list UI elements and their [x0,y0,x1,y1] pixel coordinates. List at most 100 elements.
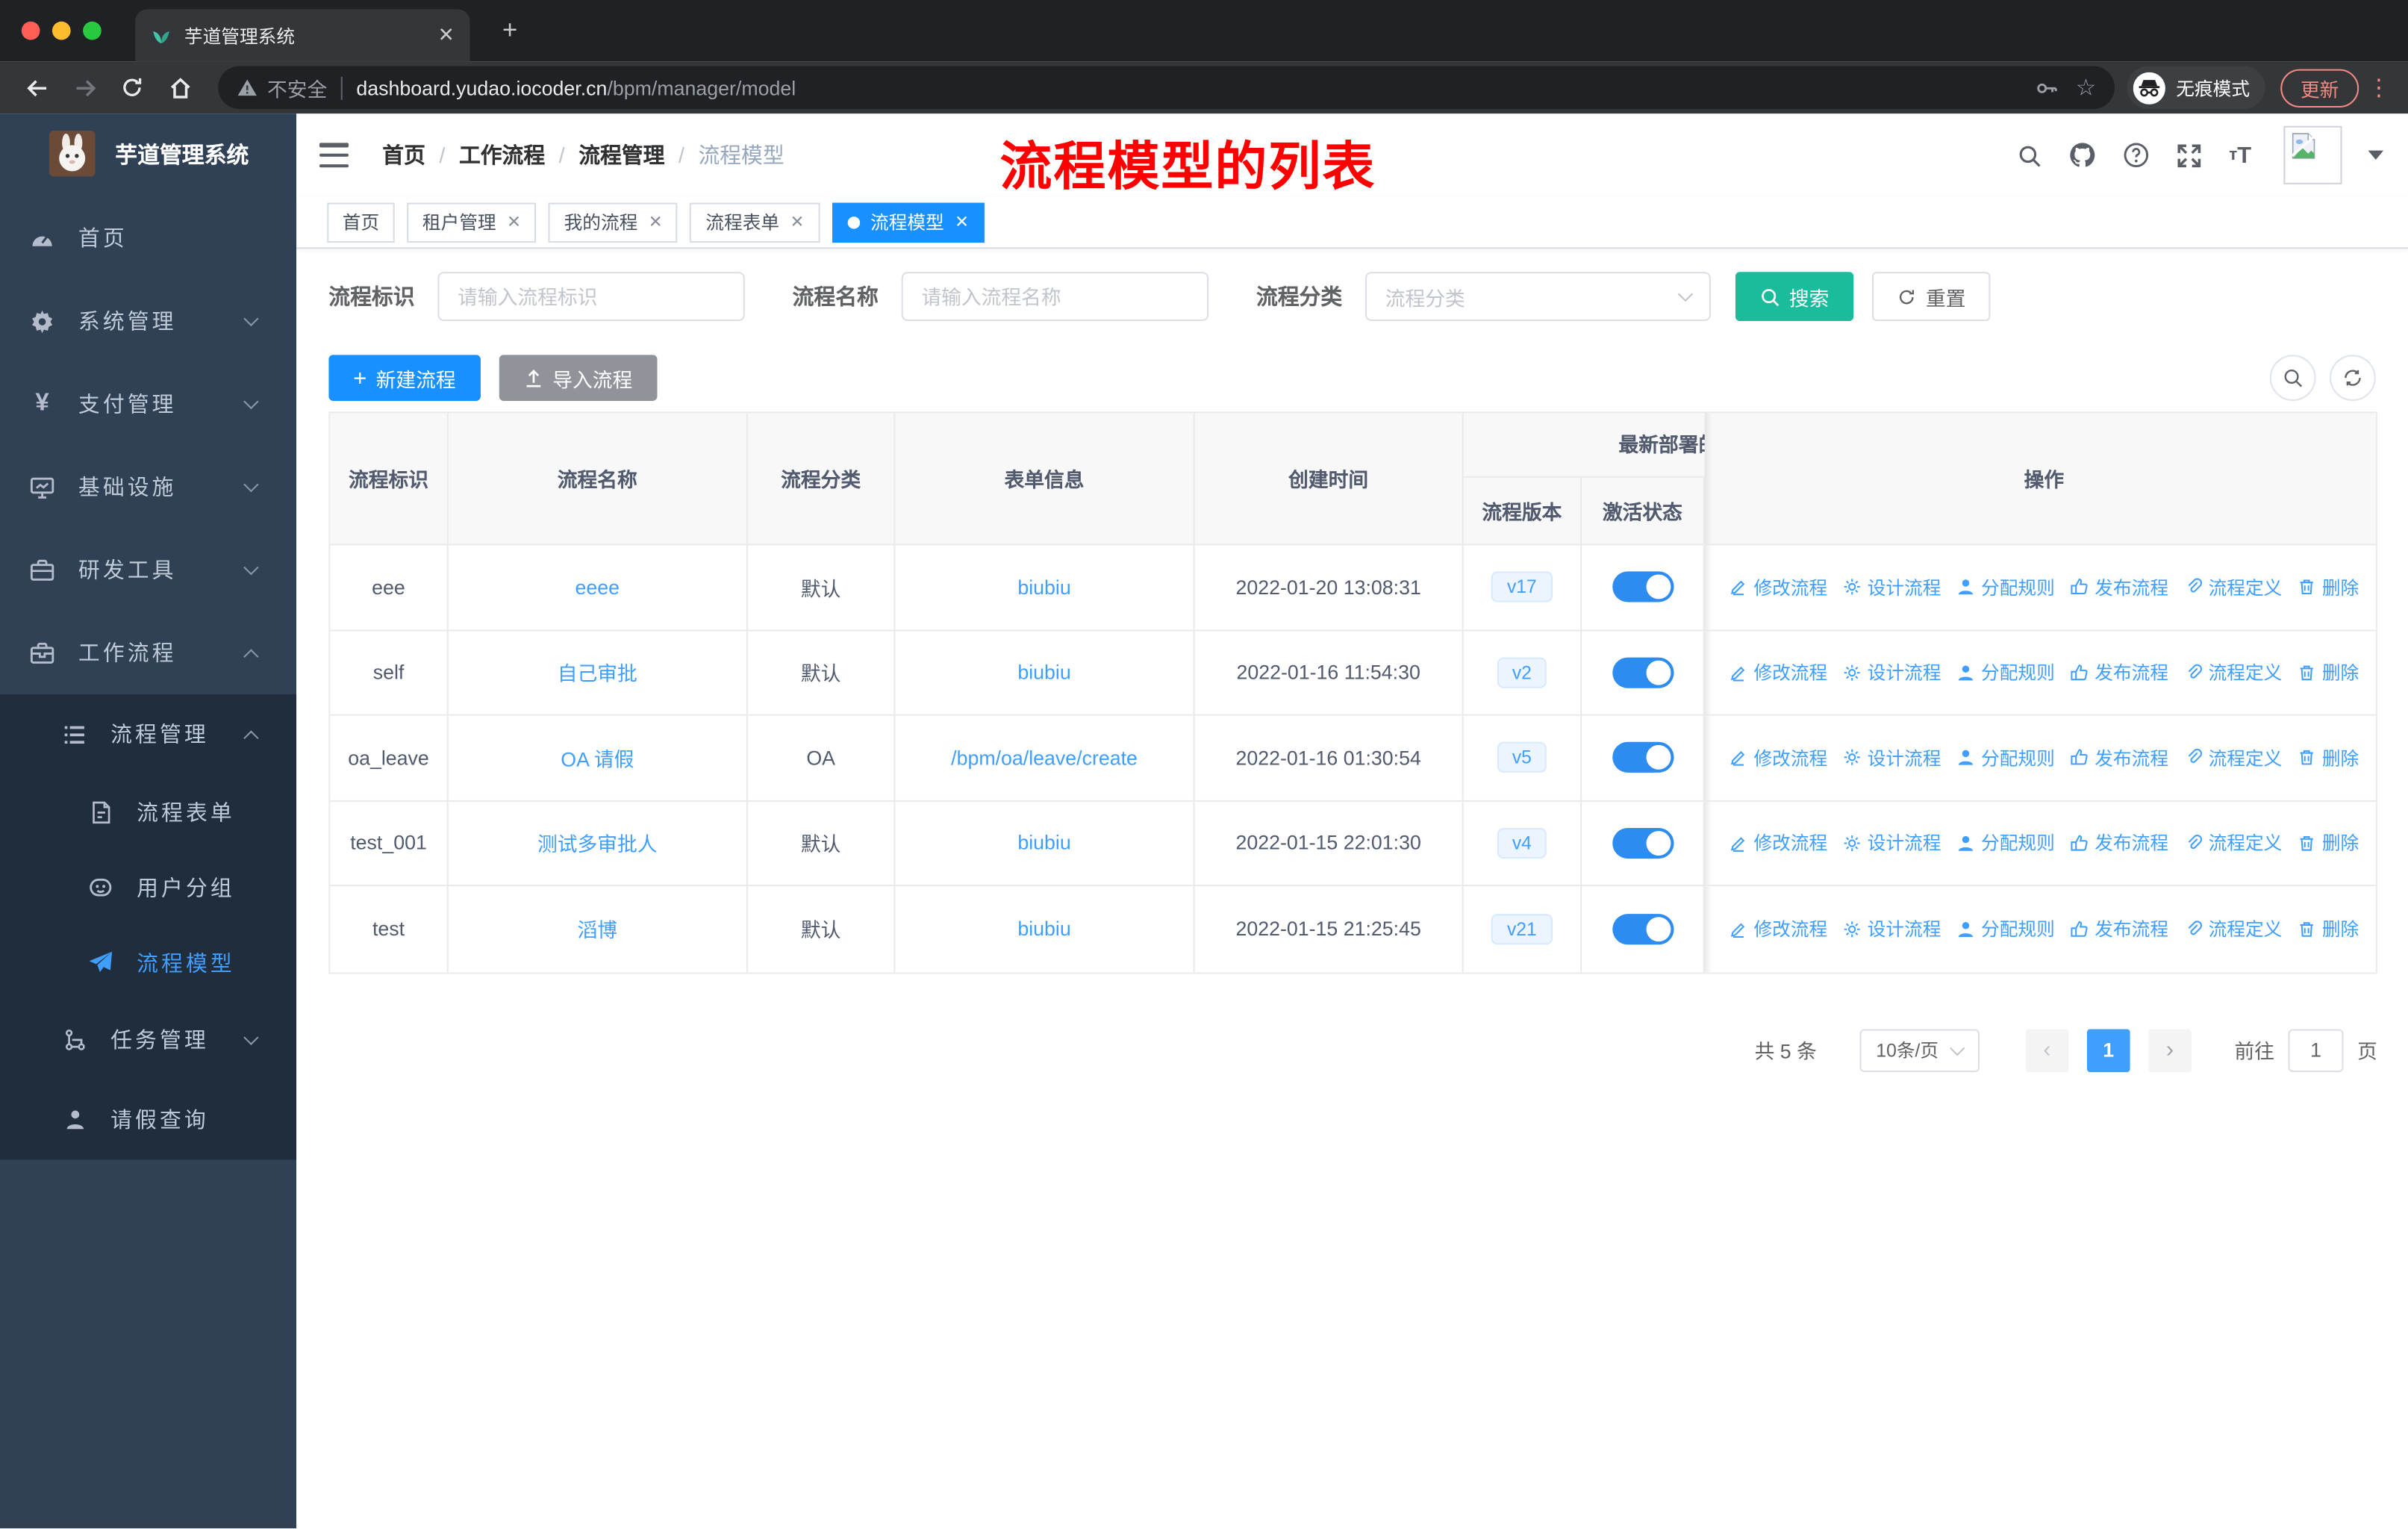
sidebar-item-process-form[interactable]: 流程表单 [0,773,297,850]
refresh-icon[interactable] [2330,355,2376,401]
process-name-input[interactable] [901,272,1209,321]
tab-my-process[interactable]: 我的流程 ✕ [549,202,679,243]
action-edit-process[interactable]: 修改流程 [1729,916,1827,942]
action-assign-rule[interactable]: 分配规则 [1956,916,2055,942]
import-process-button[interactable]: 导入流程 [499,355,658,401]
action-assign-rule[interactable]: 分配规则 [1956,574,2055,600]
help-icon[interactable] [2123,141,2150,169]
action-publish-process[interactable]: 发布流程 [2070,744,2168,770]
action-publish-process[interactable]: 发布流程 [2070,659,2168,685]
process-category-select[interactable]: 流程分类 [1365,272,1711,321]
activation-toggle[interactable] [1612,827,1674,859]
form-info-link[interactable]: /bpm/oa/leave/create [951,746,1138,769]
avatar[interactable] [2283,125,2342,184]
action-assign-rule[interactable]: 分配规则 [1956,659,2055,685]
fullscreen-icon[interactable] [2177,142,2203,168]
activation-toggle[interactable] [1612,913,1674,944]
action-process-define[interactable]: 流程定义 [2184,744,2282,770]
activation-toggle[interactable] [1612,742,1674,773]
key-icon[interactable] [2034,76,2057,99]
forward-icon[interactable] [63,66,106,109]
hide-search-icon[interactable] [2269,355,2316,401]
action-delete[interactable]: 删除 [2298,744,2359,770]
next-page-button[interactable]: › [2148,1028,2192,1072]
action-design-process[interactable]: 设计流程 [1843,830,1941,856]
sidebar-item-process-model[interactable]: 流程模型 [0,924,297,1000]
bookmark-star-icon[interactable]: ☆ [2076,74,2097,102]
form-info-link[interactable]: biubiu [1017,832,1070,855]
action-delete[interactable]: 删除 [2298,659,2359,685]
action-design-process[interactable]: 设计流程 [1843,744,1941,770]
action-delete[interactable]: 删除 [2298,916,2359,942]
prev-page-button[interactable]: ‹ [2025,1028,2069,1072]
action-delete[interactable]: 删除 [2298,830,2359,856]
tag-close-icon[interactable]: ✕ [790,212,805,232]
form-info-link[interactable]: biubiu [1017,918,1070,941]
action-publish-process[interactable]: 发布流程 [2070,916,2168,942]
sidebar-item-infrastructure[interactable]: 基础设施 [0,446,296,529]
action-edit-process[interactable]: 修改流程 [1729,830,1827,856]
page-size-select[interactable]: 10条/页 [1859,1028,1980,1072]
action-delete[interactable]: 删除 [2298,574,2359,600]
sidebar-item-payment-management[interactable]: ¥ 支付管理 [0,363,296,446]
action-process-define[interactable]: 流程定义 [2184,830,2282,856]
process-name-link[interactable]: OA 请假 [561,743,634,772]
sidebar-item-process-management[interactable]: 流程管理 [0,694,297,774]
tab-process-model[interactable]: 流程模型 ✕ [832,202,985,243]
goto-page-input[interactable] [2288,1028,2344,1072]
sidebar-item-system-management[interactable]: 系统管理 [0,279,296,362]
action-edit-process[interactable]: 修改流程 [1729,574,1827,600]
process-name-link[interactable]: 自己审批 [558,658,637,687]
action-process-define[interactable]: 流程定义 [2184,659,2282,685]
sidebar-item-user-group[interactable]: 用户分组 [0,849,297,925]
address-bar[interactable]: 不安全 dashboard.yudao.iocoder.cn/bpm/manag… [218,66,2115,110]
action-publish-process[interactable]: 发布流程 [2070,574,2168,600]
search-button[interactable]: 搜索 [1735,272,1854,321]
action-edit-process[interactable]: 修改流程 [1729,744,1827,770]
action-edit-process[interactable]: 修改流程 [1729,659,1827,685]
breadcrumb-home[interactable]: 首页 [382,140,425,170]
breadcrumb-workflow[interactable]: 工作流程 [459,140,545,170]
tag-close-icon[interactable]: ✕ [507,212,521,232]
action-process-define[interactable]: 流程定义 [2184,574,2282,600]
new-tab-button[interactable]: + [491,12,528,49]
back-icon[interactable] [16,66,59,109]
browser-tab[interactable]: 芋道管理系统 ✕ [135,9,470,62]
action-process-define[interactable]: 流程定义 [2184,916,2282,942]
tab-process-form[interactable]: 流程表单 ✕ [690,202,820,243]
tab-close-icon[interactable]: ✕ [438,23,455,48]
process-name-link[interactable]: 滔博 [578,915,618,944]
action-design-process[interactable]: 设计流程 [1843,659,1941,685]
browser-menu-icon[interactable]: ⋮ [2365,74,2392,102]
action-design-process[interactable]: 设计流程 [1843,916,1941,942]
search-icon[interactable] [2017,142,2043,168]
action-design-process[interactable]: 设计流程 [1843,574,1941,600]
activation-toggle[interactable] [1612,657,1674,688]
breadcrumb-process-management[interactable]: 流程管理 [578,140,664,170]
sidebar-item-workflow[interactable]: 工作流程 [0,611,296,694]
form-info-link[interactable]: biubiu [1017,661,1070,684]
window-close-button[interactable] [21,21,40,40]
security-warning-icon[interactable] [237,77,258,99]
sidebar-item-task-management[interactable]: 任务管理 [0,1000,297,1080]
tag-close-icon[interactable]: ✕ [955,212,969,232]
home-icon[interactable] [158,66,202,109]
action-assign-rule[interactable]: 分配规则 [1956,744,2055,770]
sidebar-collapse-icon[interactable] [319,143,349,168]
browser-update-button[interactable]: 更新 [2280,68,2359,107]
sidebar-item-home[interactable]: 首页 [0,196,296,279]
window-zoom-button[interactable] [83,21,102,40]
sidebar-item-leave-query[interactable]: 请假查询 [0,1080,297,1160]
process-key-input[interactable] [437,272,745,321]
activation-toggle[interactable] [1612,571,1674,603]
sidebar-item-dev-tools[interactable]: 研发工具 [0,529,296,611]
tab-tenant-management[interactable]: 租户管理 ✕ [407,202,537,243]
action-publish-process[interactable]: 发布流程 [2070,830,2168,856]
current-page[interactable]: 1 [2086,1028,2130,1072]
reset-button[interactable]: 重置 [1872,272,1991,321]
github-icon[interactable] [2069,141,2097,169]
tag-close-icon[interactable]: ✕ [649,212,663,232]
form-info-link[interactable]: biubiu [1017,576,1070,599]
process-name-link[interactable]: 测试多审批人 [537,828,658,857]
window-minimize-button[interactable] [52,21,71,40]
